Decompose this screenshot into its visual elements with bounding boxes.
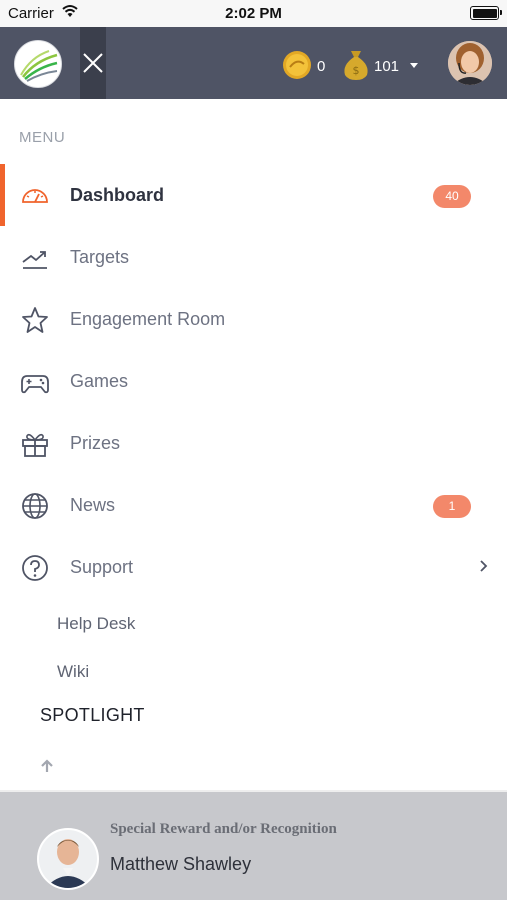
- notification-badge: 1: [433, 495, 471, 518]
- menu-item-engagement-room[interactable]: Engagement Room: [0, 289, 507, 349]
- svg-text:$: $: [353, 64, 360, 77]
- submenu-item-help-desk[interactable]: Help Desk: [57, 614, 135, 634]
- clock: 2:02 PM: [225, 5, 282, 22]
- menu-item-news[interactable]: News 1: [0, 475, 507, 535]
- spotlight-avatar: [37, 828, 99, 890]
- menu-item-label: Games: [70, 371, 129, 391]
- trend-chart-icon: [22, 251, 47, 269]
- coin-count: 0: [317, 58, 326, 75]
- menu-item-targets[interactable]: Targets: [0, 227, 507, 287]
- menu-item-dashboard[interactable]: Dashboard 40: [0, 165, 507, 225]
- app-header: 0 $ 101: [0, 27, 507, 99]
- chevron-down-icon[interactable]: [410, 63, 418, 68]
- menu-heading: MENU: [19, 129, 66, 146]
- submenu-item-wiki[interactable]: Wiki: [57, 662, 89, 682]
- menu-item-games[interactable]: Games: [0, 351, 507, 411]
- notification-badge: 40: [433, 185, 471, 208]
- menu-item-prizes[interactable]: Prizes: [0, 413, 507, 473]
- leaf-logo-icon: [20, 50, 58, 82]
- app-logo[interactable]: [14, 40, 62, 88]
- menu-item-label: News: [70, 495, 116, 515]
- money-bag-icon: $: [344, 51, 368, 80]
- status-bar: Carrier 2:02 PM: [0, 0, 507, 27]
- menu-item-label: Prizes: [70, 433, 121, 453]
- close-menu-button[interactable]: [80, 27, 106, 99]
- menu-item-label: Dashboard: [70, 185, 165, 205]
- star-icon: [22, 307, 48, 333]
- spotlight-card[interactable]: Special Reward and/or Recognition Matthe…: [0, 790, 507, 900]
- gamepad-icon: [21, 375, 49, 394]
- coin-icon: [283, 51, 311, 79]
- menu-item-label: Targets: [70, 247, 130, 267]
- spotlight-heading: SPOTLIGHT: [40, 705, 145, 725]
- avatar-image: [448, 41, 492, 85]
- menu-item-support[interactable]: Support: [0, 537, 507, 597]
- menu-item-label: Engagement Room: [70, 309, 226, 329]
- battery-icon: [470, 6, 502, 20]
- speedometer-icon: [22, 189, 48, 203]
- menu-item-label: Support: [70, 557, 134, 577]
- gift-icon: [22, 433, 48, 457]
- globe-icon: [22, 493, 48, 519]
- user-avatar[interactable]: [448, 41, 492, 85]
- spotlight-card-title: Special Reward and/or Recognition: [110, 821, 337, 837]
- person-photo-icon: [39, 830, 97, 888]
- help-circle-icon: [22, 555, 48, 581]
- spotlight-person-name: Matthew Shawley: [110, 854, 252, 874]
- chevron-right-icon[interactable]: [478, 559, 488, 573]
- close-icon: [83, 53, 103, 73]
- bag-count: 101: [374, 58, 400, 75]
- arrow-up-icon[interactable]: [39, 758, 55, 774]
